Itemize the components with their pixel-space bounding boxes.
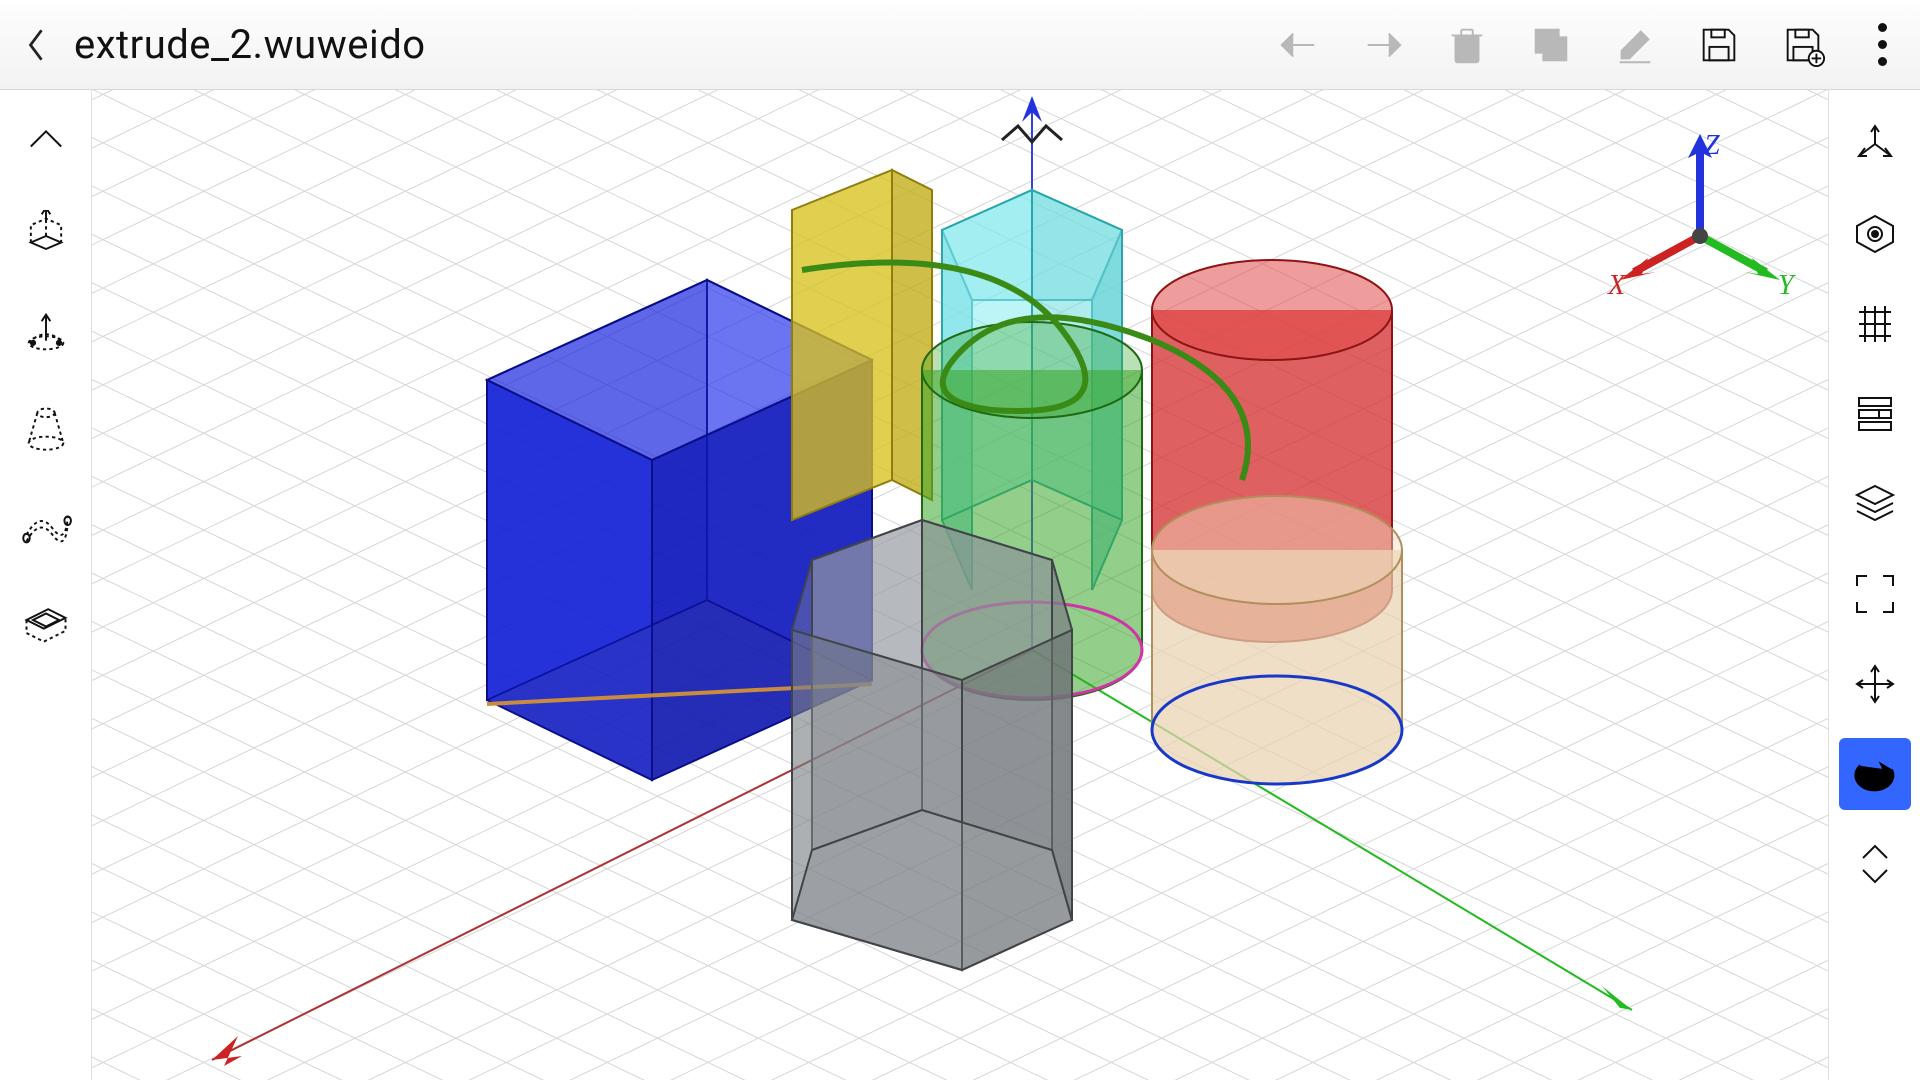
- perspective-button[interactable]: [1839, 198, 1911, 270]
- axis-view-button[interactable]: [1839, 108, 1911, 180]
- grid-toggle-button[interactable]: [1839, 288, 1911, 360]
- gizmo-x-label: X: [1607, 270, 1626, 301]
- right-toolbar: [1828, 90, 1920, 1080]
- extrude-tool[interactable]: [10, 200, 82, 272]
- stack-align-button[interactable]: [1839, 378, 1911, 450]
- beige-cylinder[interactable]: [1152, 496, 1402, 784]
- collapse-panel-button[interactable]: [10, 104, 82, 176]
- axis-gizmo[interactable]: Z X Y: [1600, 126, 1800, 316]
- document-title: extrude_2.wuweido: [74, 21, 426, 68]
- move-button[interactable]: [1839, 648, 1911, 720]
- left-toolbar: [0, 90, 92, 1080]
- layers-button[interactable]: [1839, 468, 1911, 540]
- loft-tool[interactable]: [10, 392, 82, 464]
- more-menu-button[interactable]: [1862, 15, 1902, 75]
- top-toolbar: extrude_2.wuweido: [0, 0, 1920, 90]
- gray-hex-prism[interactable]: [792, 520, 1072, 970]
- redo-button[interactable]: [1348, 10, 1418, 80]
- gizmo-y-label: Y: [1778, 270, 1797, 301]
- sweep-tool[interactable]: [10, 488, 82, 560]
- delete-button[interactable]: [1432, 10, 1502, 80]
- gizmo-z-label: Z: [1704, 130, 1720, 161]
- viewport[interactable]: Z X Y: [92, 90, 1828, 1080]
- duplicate-button[interactable]: [1516, 10, 1586, 80]
- revolve-tool[interactable]: [10, 296, 82, 368]
- save-as-button[interactable]: [1768, 10, 1838, 80]
- edit-button[interactable]: [1600, 10, 1670, 80]
- yellow-prism[interactable]: [792, 170, 932, 520]
- back-button[interactable]: [18, 15, 54, 75]
- orbit-button[interactable]: [1839, 738, 1911, 810]
- shell-tool[interactable]: [10, 584, 82, 656]
- undo-button[interactable]: [1264, 10, 1334, 80]
- fit-screen-button[interactable]: [1839, 558, 1911, 630]
- expand-vertical-button[interactable]: [1839, 828, 1911, 900]
- save-button[interactable]: [1684, 10, 1754, 80]
